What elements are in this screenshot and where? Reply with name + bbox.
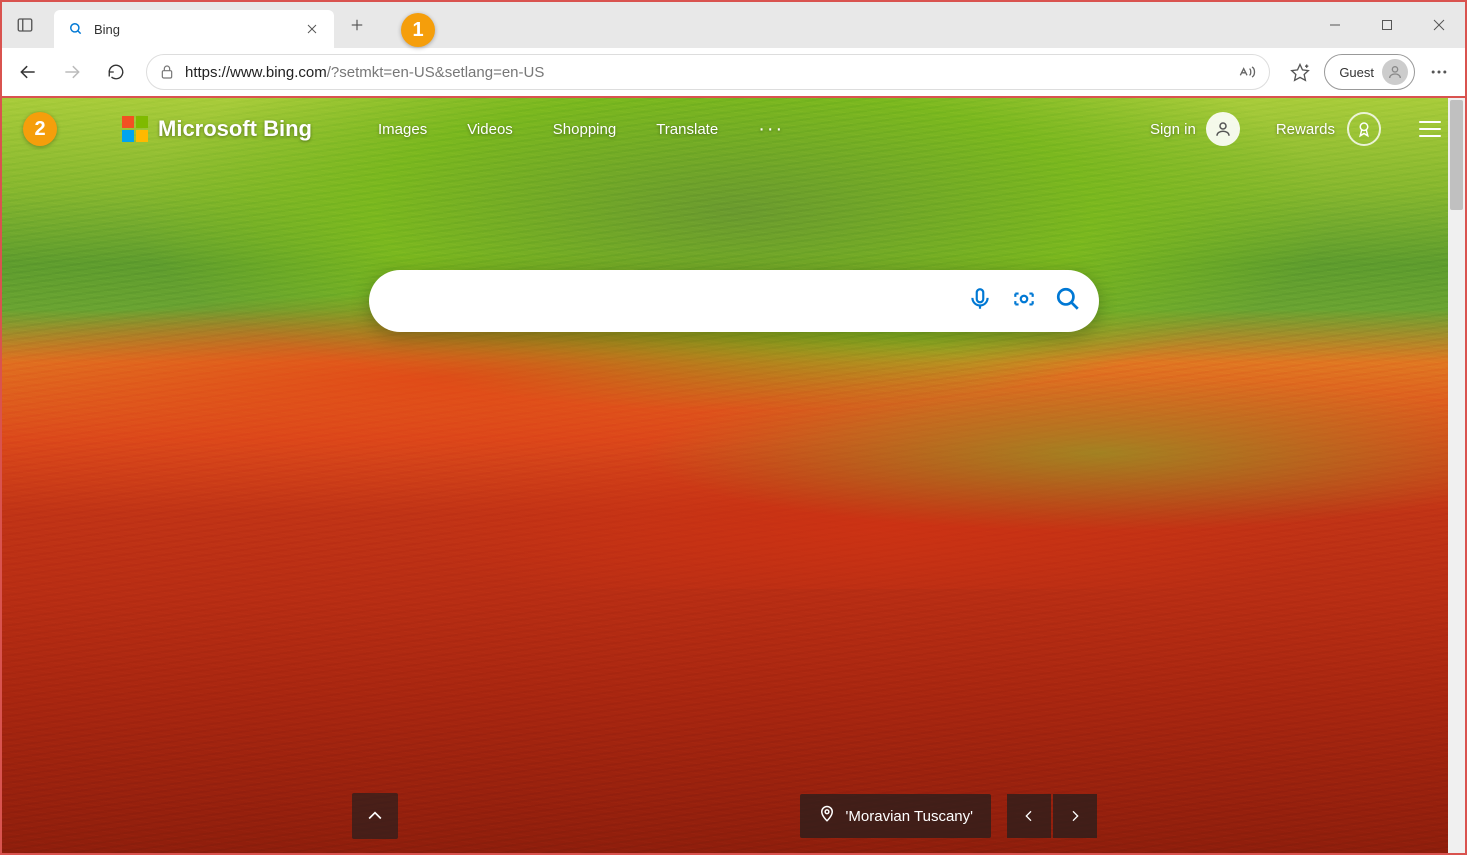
bing-wordmark: Microsoft Bing xyxy=(158,116,312,142)
annotation-marker-2: 2 xyxy=(23,112,57,146)
hamburger-menu-button[interactable] xyxy=(1413,115,1447,143)
next-image-button[interactable] xyxy=(1053,794,1097,838)
search-box[interactable] xyxy=(369,270,1099,332)
user-icon xyxy=(1206,112,1240,146)
search-submit-icon[interactable] xyxy=(1055,286,1081,317)
maximize-button[interactable] xyxy=(1361,2,1413,48)
url-text: https://www.bing.com/?setmkt=en-US&setla… xyxy=(185,64,1227,81)
address-bar-row: https://www.bing.com/?setmkt=en-US&setla… xyxy=(2,48,1465,96)
lock-icon xyxy=(159,64,175,80)
scope-videos[interactable]: Videos xyxy=(453,115,527,144)
scope-shopping[interactable]: Shopping xyxy=(539,115,630,144)
bing-logo[interactable]: Microsoft Bing xyxy=(122,116,312,142)
location-pin-icon xyxy=(818,805,836,827)
window-controls xyxy=(1309,2,1465,48)
rewards-label: Rewards xyxy=(1276,121,1335,138)
search-icon xyxy=(68,21,84,37)
minimize-button[interactable] xyxy=(1309,2,1361,48)
favorites-button[interactable] xyxy=(1280,52,1320,92)
refresh-button[interactable] xyxy=(96,52,136,92)
address-bar[interactable]: https://www.bing.com/?setmkt=en-US&setla… xyxy=(146,54,1270,90)
guest-label: Guest xyxy=(1339,65,1374,80)
close-tab-button[interactable] xyxy=(300,17,324,41)
rewards-icon xyxy=(1347,112,1381,146)
bottom-controls: 'Moravian Tuscany' xyxy=(2,793,1447,839)
scope-translate[interactable]: Translate xyxy=(642,115,732,144)
profile-button[interactable]: Guest xyxy=(1324,54,1415,90)
close-window-button[interactable] xyxy=(1413,2,1465,48)
background-image xyxy=(2,98,1465,853)
browser-chrome: Bing https://www.bing.com/?setmk xyxy=(0,0,1467,98)
image-nav xyxy=(1007,794,1097,838)
voice-search-icon[interactable] xyxy=(967,286,993,317)
scrollbar-thumb[interactable] xyxy=(1450,100,1463,210)
new-tab-button[interactable] xyxy=(342,10,372,40)
search-input[interactable] xyxy=(395,291,967,311)
read-aloud-icon[interactable] xyxy=(1237,62,1257,82)
tab-actions-button[interactable] xyxy=(2,2,48,48)
search-icons xyxy=(967,286,1081,317)
tab-bar: Bing xyxy=(2,2,1465,48)
image-caption: 'Moravian Tuscany' xyxy=(846,808,973,825)
scope-images[interactable]: Images xyxy=(364,115,441,144)
guest-avatar-icon xyxy=(1382,59,1408,85)
signin-label: Sign in xyxy=(1150,121,1196,138)
back-button[interactable] xyxy=(8,52,48,92)
scope-more-button[interactable]: ··· xyxy=(744,118,798,141)
forward-button[interactable] xyxy=(52,52,92,92)
vertical-scrollbar[interactable] xyxy=(1448,98,1465,853)
more-button[interactable] xyxy=(1419,52,1459,92)
prev-image-button[interactable] xyxy=(1007,794,1051,838)
microsoft-icon xyxy=(122,116,148,142)
browser-tab[interactable]: Bing xyxy=(54,10,334,48)
rewards-button[interactable]: Rewards xyxy=(1276,112,1381,146)
annotation-marker-1: 1 xyxy=(401,13,435,47)
page-content: Microsoft Bing Images Videos Shopping Tr… xyxy=(0,98,1467,855)
expand-up-button[interactable] xyxy=(352,793,398,839)
tab-title: Bing xyxy=(94,22,290,37)
image-search-icon[interactable] xyxy=(1011,286,1037,317)
bing-header: Microsoft Bing Images Videos Shopping Tr… xyxy=(2,112,1447,146)
image-info-button[interactable]: 'Moravian Tuscany' xyxy=(800,794,991,838)
signin-button[interactable]: Sign in xyxy=(1150,112,1240,146)
